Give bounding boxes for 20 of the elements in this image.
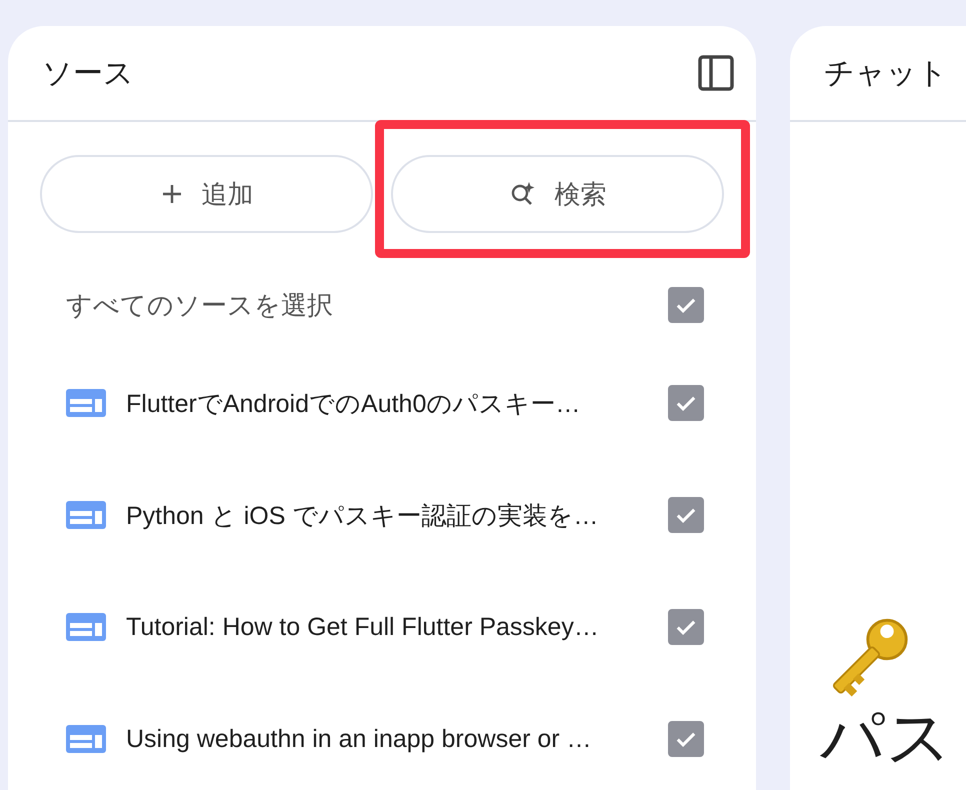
add-button[interactable]: 追加 xyxy=(40,155,373,233)
web-page-icon xyxy=(66,389,106,417)
checkbox[interactable] xyxy=(668,721,704,757)
source-title[interactable]: Using webauthn in an inapp browser or … xyxy=(126,724,648,754)
source-title[interactable]: Tutorial: How to Get Full Flutter Passkey… xyxy=(126,612,648,642)
sidebar-toggle-icon[interactable] xyxy=(698,55,734,91)
checkbox[interactable] xyxy=(668,609,704,645)
select-all-label: すべてのソースを選択 xyxy=(66,288,333,322)
web-page-icon xyxy=(66,613,106,641)
checkbox[interactable] xyxy=(668,497,704,533)
panel-title: ソース xyxy=(42,56,134,92)
panel-title: チャット xyxy=(824,56,948,92)
web-page-icon xyxy=(66,501,106,529)
web-page-icon xyxy=(66,725,106,753)
source-title[interactable]: FlutterでAndroidでのAuth0のパスキー… xyxy=(126,386,648,420)
checkbox[interactable] xyxy=(668,385,704,421)
checkbox[interactable] xyxy=(668,287,704,323)
chat-heading: パス xyxy=(820,700,953,775)
search-button[interactable]: 検索 xyxy=(391,155,724,233)
source-title[interactable]: Python と iOS でパスキー認証の実装を… xyxy=(126,498,648,532)
